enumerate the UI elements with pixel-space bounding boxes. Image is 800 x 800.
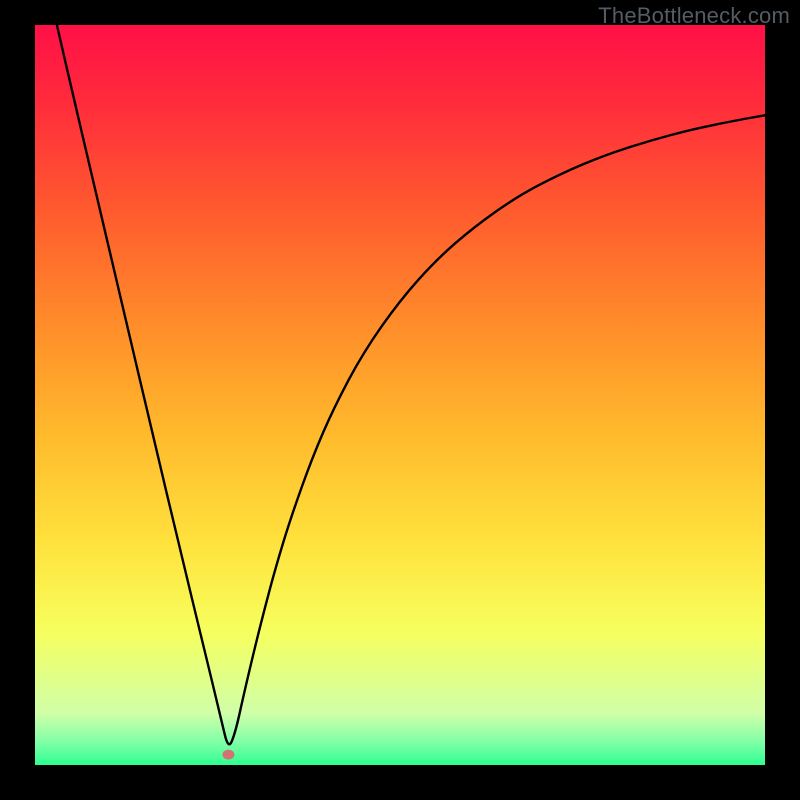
bottleneck-chart <box>0 0 800 800</box>
watermark-text: TheBottleneck.com <box>598 3 790 29</box>
minimum-marker-icon <box>222 750 234 760</box>
chart-container: TheBottleneck.com <box>0 0 800 800</box>
